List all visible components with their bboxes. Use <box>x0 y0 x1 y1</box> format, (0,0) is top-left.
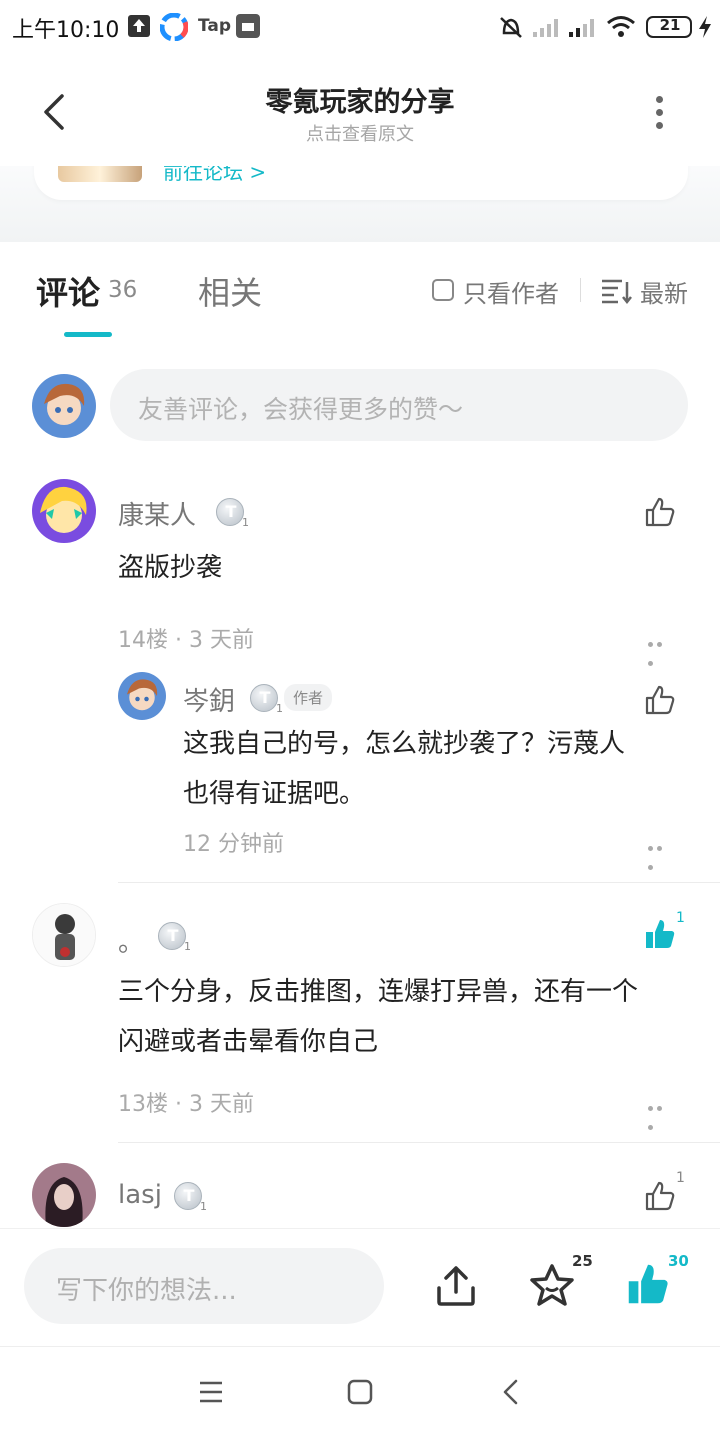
share-icon[interactable] <box>434 1264 478 1308</box>
reply-more-icon[interactable] <box>648 836 674 870</box>
comment-username[interactable]: lasj <box>118 1180 162 1210</box>
comment-meta: 14楼 · 3 天前 <box>118 628 254 653</box>
signal-2-icon <box>569 19 594 37</box>
level-badge-icon: T1 <box>216 498 249 529</box>
comment-meta: 13楼 · 3 天前 <box>118 1092 254 1117</box>
comment-more-icon[interactable] <box>648 632 674 666</box>
comment-username[interactable]: 。 <box>118 922 144 959</box>
avatar[interactable] <box>32 1163 96 1227</box>
battery-icon: 21 <box>646 16 692 38</box>
reply-text-line1: 这我自己的号，怎么就抄袭了？污蔑人 <box>183 729 626 759</box>
like-icon[interactable] <box>644 496 676 528</box>
liked-icon[interactable] <box>644 918 676 950</box>
active-tab-indicator <box>64 332 112 337</box>
avatar[interactable] <box>32 479 96 543</box>
comment-divider <box>118 882 720 883</box>
my-avatar <box>32 374 96 438</box>
signal-1-icon <box>533 19 558 37</box>
level-badge-icon: T1 <box>158 922 191 953</box>
tab-comments[interactable]: 评论 <box>36 268 100 314</box>
avatar[interactable] <box>32 903 96 967</box>
wifi-icon <box>607 16 635 37</box>
level-badge-icon: T1 <box>174 1182 207 1213</box>
author-tag: 作者 <box>284 684 333 711</box>
system-back-icon[interactable] <box>500 1378 522 1406</box>
status-bar: 上午10:10 Tap 21 <box>0 0 720 56</box>
tap-notification-icon: Tap <box>198 16 232 36</box>
reply-text-line2: 也得有证据吧。 <box>183 779 366 809</box>
favorite-count: 25 <box>572 1252 593 1270</box>
comment-divider <box>118 1142 720 1143</box>
comment-text-line2: 闪避或者击晕看你自己 <box>118 1027 379 1057</box>
divider <box>580 278 581 302</box>
mi-notification-icon <box>236 14 260 38</box>
forum-thumbnail <box>58 166 142 182</box>
avatar[interactable] <box>118 672 166 720</box>
author-only-label[interactable]: 只看作者 <box>463 274 559 309</box>
more-options-icon[interactable] <box>652 96 666 130</box>
liked-thumb-icon[interactable] <box>626 1262 670 1306</box>
comment-input-placeholder: 友善评论，会获得更多的赞～ <box>138 395 464 424</box>
app-notification-icon <box>160 13 188 41</box>
like-count: 1 <box>676 910 685 926</box>
reply-meta: 12 分钟前 <box>183 832 284 857</box>
comment-more-icon[interactable] <box>648 1096 674 1130</box>
favorite-star-icon[interactable] <box>528 1262 576 1308</box>
comment-text-line1: 三个分身，反击推图，连爆打异兽，还有一个 <box>118 977 639 1007</box>
home-icon[interactable] <box>347 1379 373 1405</box>
like-icon[interactable] <box>644 684 676 716</box>
comment-username[interactable]: 康某人 <box>118 495 196 532</box>
menu-icon[interactable] <box>198 1380 224 1404</box>
comment-text: 盗版抄袭 <box>118 553 223 583</box>
sort-latest-label[interactable]: 最新 <box>640 274 688 309</box>
mute-icon <box>500 17 522 38</box>
sort-icon[interactable] <box>600 278 632 304</box>
write-comment-placeholder: 写下你的想法... <box>56 1276 237 1306</box>
comments-count: 36 <box>108 277 138 303</box>
like-icon[interactable] <box>644 1180 676 1212</box>
status-time: 上午10:10 <box>12 18 120 43</box>
view-original-link[interactable]: 点击查看原文 <box>0 120 720 146</box>
level-badge-icon: T1 <box>250 684 283 715</box>
author-only-checkbox[interactable] <box>432 279 454 301</box>
like-count: 1 <box>676 1170 685 1186</box>
battery-level: 21 <box>659 16 681 34</box>
tab-related[interactable]: 相关 <box>198 268 262 314</box>
reply-username[interactable]: 岑鈅 <box>183 681 235 718</box>
page-title[interactable]: 零氪玩家的分享 <box>0 80 720 119</box>
charging-icon <box>699 16 711 38</box>
upload-notification-icon <box>128 15 150 37</box>
like-total-count: 30 <box>668 1252 689 1270</box>
